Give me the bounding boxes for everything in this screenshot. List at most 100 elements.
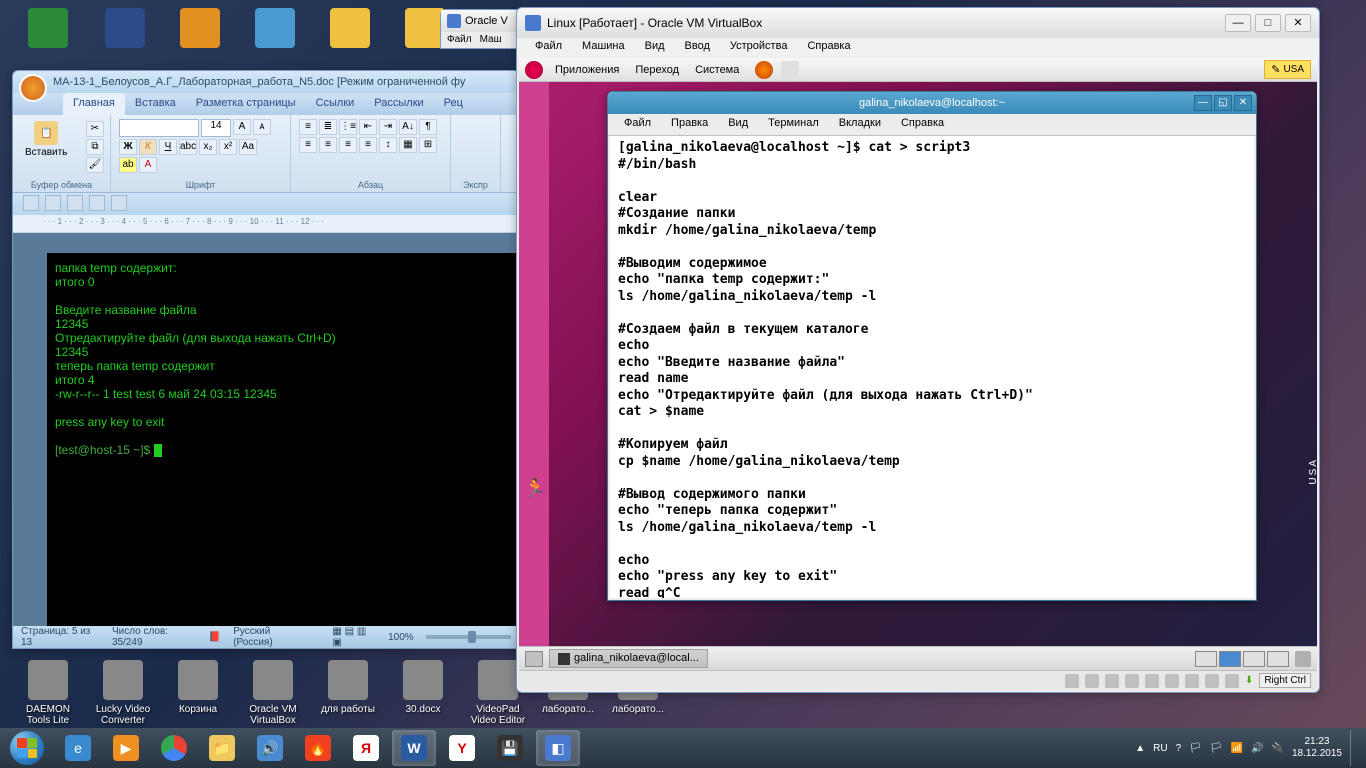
desktop-icon[interactable]: для работы bbox=[318, 660, 378, 715]
desktop-icon[interactable]: Oracle VM VirtualBox bbox=[243, 660, 303, 726]
zoom-percent[interactable]: 100% bbox=[388, 632, 414, 643]
network-icon[interactable]: 📶 bbox=[1231, 743, 1243, 754]
maximize-button[interactable]: □ bbox=[1255, 14, 1281, 32]
view-buttons[interactable]: ▦ ▤ ▥ ▣ bbox=[332, 626, 376, 648]
bold-button[interactable]: Ж bbox=[119, 139, 137, 155]
menu-devices[interactable]: Устройства bbox=[720, 38, 798, 58]
menu-machine[interactable]: Машина bbox=[572, 38, 635, 58]
gterm-menu-tabs[interactable]: Вкладки bbox=[829, 114, 891, 135]
vbox-audio-icon[interactable] bbox=[1105, 674, 1119, 688]
task-sound[interactable]: 🔊 bbox=[248, 730, 292, 766]
redo-button[interactable] bbox=[67, 195, 83, 211]
strike-button[interactable]: abc bbox=[179, 139, 197, 155]
task-chrome[interactable] bbox=[152, 730, 196, 766]
tab-layout[interactable]: Разметка страницы bbox=[186, 93, 306, 115]
minimize-button[interactable]: ― bbox=[1225, 14, 1251, 32]
menu-file[interactable]: Файл bbox=[525, 38, 572, 58]
system-menu[interactable]: Система bbox=[687, 62, 747, 78]
workspace-1[interactable] bbox=[1195, 651, 1217, 667]
help-icon[interactable]: ? bbox=[1176, 743, 1182, 754]
vbox-usb-icon[interactable] bbox=[1145, 674, 1159, 688]
task-daemon[interactable]: 💾 bbox=[488, 730, 532, 766]
vbox-hdd-icon[interactable] bbox=[1065, 674, 1079, 688]
word-titlebar[interactable]: МА-13-1_Белоусов_А.Г_Лабораторная_работа… bbox=[13, 71, 519, 93]
bullets-button[interactable]: ≡ bbox=[299, 119, 317, 135]
menu-input[interactable]: Ввод bbox=[675, 38, 720, 58]
numbering-button[interactable]: ≣ bbox=[319, 119, 337, 135]
zoom-slider[interactable] bbox=[426, 635, 511, 639]
gnome-terminal-content[interactable]: [galina_nikolaeva@localhost ~]$ cat > sc… bbox=[610, 136, 1254, 598]
language-button[interactable]: RU bbox=[1153, 743, 1167, 754]
gterm-close-button[interactable]: ✕ bbox=[1234, 95, 1252, 111]
desktop-icon[interactable] bbox=[320, 8, 380, 52]
change-case-button[interactable]: Aa bbox=[239, 139, 257, 155]
subscript-button[interactable]: x₂ bbox=[199, 139, 217, 155]
italic-button[interactable]: К bbox=[139, 139, 157, 155]
desktop-icon[interactable]: DAEMON Tools Lite bbox=[18, 660, 78, 726]
task-ie[interactable]: e bbox=[56, 730, 100, 766]
desktop-icon[interactable] bbox=[170, 8, 230, 52]
preview-button[interactable] bbox=[111, 195, 127, 211]
vbox-cd-icon[interactable] bbox=[1085, 674, 1099, 688]
gterm-menu-help[interactable]: Справка bbox=[891, 114, 954, 135]
grow-font-button[interactable]: A bbox=[233, 119, 251, 135]
task-wmp[interactable]: ▶ bbox=[104, 730, 148, 766]
align-left-button[interactable]: ≡ bbox=[299, 137, 317, 153]
decrease-indent-button[interactable]: ⇤ bbox=[359, 119, 377, 135]
vbox-display-icon[interactable] bbox=[1185, 674, 1199, 688]
distro-icon[interactable] bbox=[525, 61, 543, 79]
gterm-menu-edit[interactable]: Правка bbox=[661, 114, 718, 135]
menu-view[interactable]: Вид bbox=[635, 38, 675, 58]
menu-help[interactable]: Справка bbox=[797, 38, 860, 58]
print-button[interactable] bbox=[89, 195, 105, 211]
office-button[interactable] bbox=[19, 74, 47, 102]
gterm-maximize-button[interactable]: ◱ bbox=[1214, 95, 1232, 111]
gnome-terminal-titlebar[interactable]: galina_nikolaeva@localhost:~ ― ◱ ✕ bbox=[608, 92, 1256, 114]
font-size-combo[interactable]: 14 bbox=[201, 119, 231, 137]
volume-icon[interactable]: 🔊 bbox=[1251, 743, 1263, 754]
vbox-mouse-icon[interactable] bbox=[1225, 674, 1239, 688]
align-center-button[interactable]: ≡ bbox=[319, 137, 337, 153]
shading-button[interactable]: ▦ bbox=[399, 137, 417, 153]
task-virtualbox[interactable]: ◧ bbox=[536, 730, 580, 766]
borders-button[interactable]: ⊞ bbox=[419, 137, 437, 153]
justify-button[interactable]: ≡ bbox=[359, 137, 377, 153]
vbox-shared-icon[interactable] bbox=[1165, 674, 1179, 688]
desktop-icon[interactable] bbox=[245, 8, 305, 52]
task-explorer[interactable]: 📁 bbox=[200, 730, 244, 766]
workspace-2[interactable] bbox=[1219, 651, 1241, 667]
vbox-titlebar[interactable]: Linux [Работает] - Oracle VM VirtualBox … bbox=[517, 8, 1319, 38]
show-desktop-button[interactable] bbox=[1350, 730, 1358, 766]
gterm-menu-terminal[interactable]: Терминал bbox=[758, 114, 829, 135]
superscript-button[interactable]: x² bbox=[219, 139, 237, 155]
copy-button[interactable]: ⧉ bbox=[86, 139, 104, 155]
workspace-4[interactable] bbox=[1267, 651, 1289, 667]
word-count[interactable]: Число слов: 35/249 bbox=[112, 626, 197, 648]
keyboard-layout-indicator[interactable]: USA bbox=[1264, 60, 1311, 79]
show-marks-button[interactable]: ¶ bbox=[419, 119, 437, 135]
tab-home[interactable]: Главная bbox=[63, 93, 125, 115]
desktop-icon[interactable]: Корзина bbox=[168, 660, 228, 715]
page-indicator[interactable]: Страница: 5 из 13 bbox=[21, 626, 100, 648]
desktop-icon[interactable] bbox=[18, 8, 78, 52]
action-center-icon[interactable]: 🏳 bbox=[1210, 743, 1223, 754]
flag-icon[interactable]: 🏳 bbox=[1189, 743, 1202, 754]
trash-icon[interactable] bbox=[1295, 651, 1311, 667]
desktop-icon[interactable]: 30.docx bbox=[393, 660, 453, 715]
align-right-button[interactable]: ≡ bbox=[339, 137, 357, 153]
show-desktop-button[interactable] bbox=[525, 651, 543, 667]
increase-indent-button[interactable]: ⇥ bbox=[379, 119, 397, 135]
underline-button[interactable]: Ч bbox=[159, 139, 177, 155]
paste-button[interactable]: 📋 Вставить bbox=[21, 119, 71, 160]
tab-review[interactable]: Рец bbox=[434, 93, 473, 115]
vbox-mgr-machine-menu[interactable]: Маш bbox=[480, 34, 502, 45]
tab-references[interactable]: Ссылки bbox=[306, 93, 365, 115]
spell-check-button[interactable]: 📕 bbox=[209, 632, 221, 643]
gterm-minimize-button[interactable]: ― bbox=[1194, 95, 1212, 111]
vbox-host-key[interactable]: Right Ctrl bbox=[1259, 673, 1311, 688]
tab-mailings[interactable]: Рассылки bbox=[364, 93, 433, 115]
clock[interactable]: 21:23 18.12.2015 bbox=[1292, 736, 1342, 760]
gterm-menu-file[interactable]: Файл bbox=[614, 114, 661, 135]
language-indicator[interactable]: Русский (Россия) bbox=[233, 626, 308, 648]
sort-button[interactable]: A↓ bbox=[399, 119, 417, 135]
